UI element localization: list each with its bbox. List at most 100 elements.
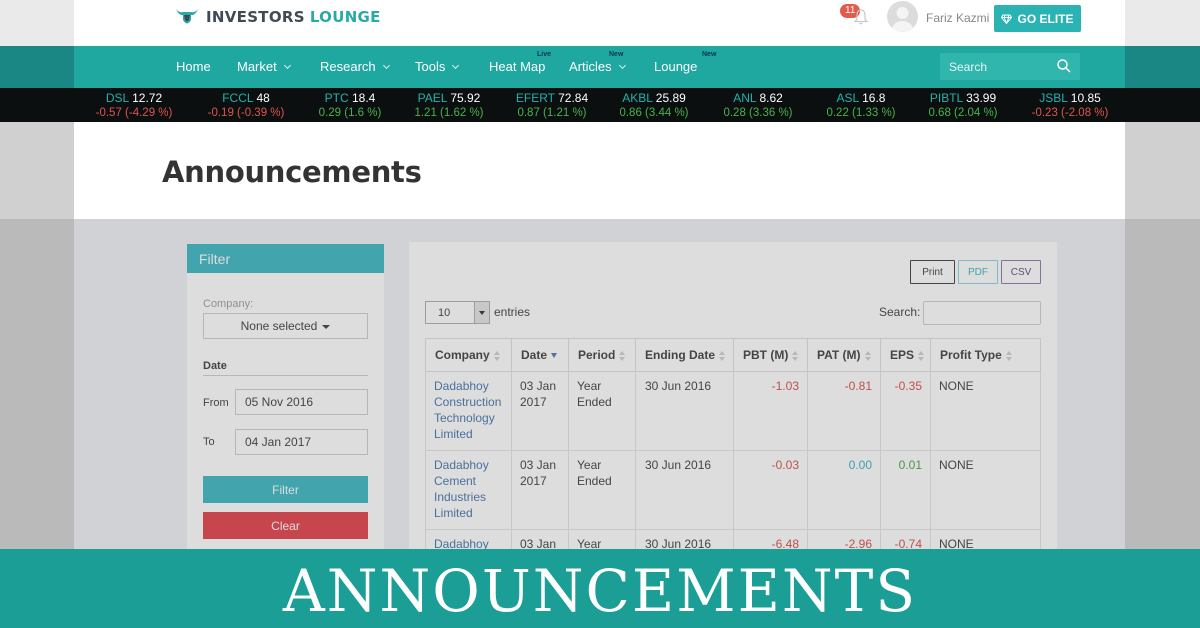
ticker-item[interactable]: DSL 12.72 -0.57 (-4.29 %) — [74, 91, 194, 121]
column-header-label: Ending Date — [645, 348, 716, 362]
nav-item-research[interactable]: Research — [320, 59, 390, 74]
column-header-company[interactable]: Company — [425, 338, 512, 372]
sort-icon — [619, 350, 626, 361]
ticker-symbol: EFERT — [515, 91, 555, 105]
chevron-down-icon — [382, 61, 390, 69]
pat-cell: 0.00 — [807, 450, 881, 530]
csv-button[interactable]: CSV — [1001, 260, 1041, 284]
sort-descending-icon — [551, 353, 558, 359]
notifications-button[interactable]: 11 — [840, 4, 872, 28]
table-row[interactable]: Dadabhoy Construction Technology Limited 03 … — [425, 371, 1041, 451]
table-row[interactable]: Dadabhoy Cement Industries Limited 03 Jan 201… — [425, 450, 1041, 530]
sort-icon — [864, 350, 871, 361]
page-header: Announcements — [74, 122, 1125, 219]
ticker-symbol: PAEL — [417, 91, 447, 105]
go-elite-button[interactable]: GO ELITE — [994, 5, 1081, 32]
stock-ticker: DSL 12.72 -0.57 (-4.29 %) FCCL 48 -0.19 (-0… — [0, 88, 1200, 122]
pbt-cell: -0.03 — [733, 450, 808, 530]
logo-text-investors: INVESTORS — [206, 8, 305, 26]
eps-cell: -0.35 — [880, 371, 931, 451]
ticker-change: -0.19 (-0.39 %) — [207, 107, 285, 119]
column-header-pbt[interactable]: PBT (M) — [733, 338, 808, 372]
column-header-label: Profit Type — [940, 348, 1002, 362]
pdf-button[interactable]: PDF — [958, 260, 998, 284]
table-search-label: Search: — [879, 305, 921, 319]
ticker-symbol: FCCL — [222, 91, 254, 105]
company-link[interactable]: Dadabhoy Cement Industries Limited — [434, 457, 503, 521]
company-select[interactable]: None selected — [203, 313, 368, 339]
nav-item-lounge[interactable]: Lounge New — [654, 51, 716, 74]
user-avatar[interactable] — [887, 1, 918, 32]
ticker-price: 33.99 — [966, 91, 997, 105]
diamond-icon — [1001, 14, 1013, 24]
dropdown-arrow-icon — [474, 302, 489, 323]
company-cell: Dadabhoy Cement Industries Limited — [425, 450, 512, 530]
cell-line: 03 Jan — [520, 379, 557, 393]
nav-item-market[interactable]: Market — [237, 59, 291, 74]
print-button[interactable]: Print — [910, 260, 955, 284]
ticker-quote: ANL 8.62 — [698, 91, 818, 106]
page: INVESTORSLOUNGE 11 Fariz Kazmi GO ELITE — [0, 0, 1200, 628]
sort-icon — [918, 350, 925, 361]
column-header-ending-date[interactable]: Ending Date — [635, 338, 734, 372]
company-link[interactable]: Dadabhoy Construction Technology Limited — [434, 378, 503, 442]
ticker-price: 18.4 — [351, 91, 376, 105]
from-date-input[interactable]: 05 Nov 2016 — [235, 389, 368, 415]
ticker-item[interactable]: ANL 8.62 0.28 (3.36 %) — [698, 91, 818, 121]
ticker-item[interactable]: PIBTL 33.99 0.68 (2.04 %) — [903, 91, 1023, 121]
ticker-item[interactable]: FCCL 48 -0.19 (-0.39 %) — [186, 91, 306, 121]
ticker-price: 16.8 — [862, 91, 886, 105]
nav-item-label: Lounge — [654, 59, 698, 74]
date-section-title: Date — [203, 360, 368, 376]
cell-line: Limited — [434, 506, 473, 520]
column-header-period[interactable]: Period — [568, 338, 636, 372]
ticker-item[interactable]: PAEL 75.92 1.21 (1.62 %) — [389, 91, 509, 121]
ticker-item[interactable]: AKBL 25.89 0.86 (3.44 %) — [594, 91, 714, 121]
column-header-date[interactable]: Date — [511, 338, 569, 372]
main-navbar: Home Market Research Tools Heat Map Live… — [74, 46, 1125, 88]
ticker-change: -0.57 (-4.29 %) — [95, 107, 173, 119]
pat-cell: -0.81 — [807, 371, 881, 451]
ticker-symbol: PIBTL — [929, 91, 963, 105]
chevron-down-icon — [452, 61, 460, 69]
nav-item-articles[interactable]: Articles New — [569, 51, 626, 74]
user-name[interactable]: Fariz Kazmi — [926, 11, 989, 25]
ticker-symbol: JSBL — [1039, 91, 1068, 105]
nav-item-label: Tools — [415, 59, 446, 74]
cell-line: Construction — [434, 395, 502, 409]
from-label: From — [203, 397, 229, 409]
chevron-down-icon — [283, 61, 291, 69]
ticker-quote: JSBL 10.85 — [1010, 91, 1130, 106]
ticker-quote: AKBL 25.89 — [594, 91, 714, 106]
table-header-row: Company Date Period Ending Date PBT (M) … — [425, 338, 1041, 372]
ticker-quote: PAEL 75.92 — [389, 91, 509, 106]
filter-button[interactable]: Filter — [203, 476, 368, 503]
chevron-down-icon — [618, 61, 626, 69]
user-silhouette-icon — [891, 7, 914, 32]
entries-select[interactable]: 10 — [425, 301, 490, 324]
entries-label: entries — [494, 305, 531, 319]
column-header-profit-type[interactable]: Profit Type — [930, 338, 1041, 372]
to-date-input[interactable]: 04 Jan 2017 — [235, 429, 368, 455]
nav-search-input[interactable] — [940, 53, 1050, 80]
nav-item-home[interactable]: Home — [176, 59, 211, 74]
column-header-eps[interactable]: EPS — [880, 338, 931, 372]
column-header-label: PBT (M) — [743, 348, 789, 362]
left-top-backdrop — [0, 0, 74, 46]
nav-item-tools[interactable]: Tools — [415, 59, 460, 74]
column-header-pat[interactable]: PAT (M) — [807, 338, 881, 372]
profit-type-cell: NONE — [930, 450, 1041, 530]
period-cell: Year Ended — [568, 371, 636, 451]
sort-icon — [719, 350, 726, 361]
search-icon[interactable] — [1057, 59, 1071, 73]
nav-item-heat-map[interactable]: Heat Map Live — [489, 51, 551, 74]
logo-text: INVESTORS LOUNGE — [206, 8, 381, 26]
clear-button[interactable]: Clear — [203, 512, 368, 539]
site-logo[interactable]: INVESTORS LOUNGE — [174, 6, 381, 28]
cell-line: Year — [577, 458, 602, 472]
ending-date-cell: 30 Jun 2016 — [635, 450, 734, 530]
ticker-item[interactable]: JSBL 10.85 -0.23 (-2.08 %) — [1010, 91, 1130, 121]
entries-select-value: 10 — [438, 307, 451, 319]
table-search-input[interactable] — [923, 301, 1041, 325]
nav-badge-new: New — [609, 51, 624, 58]
